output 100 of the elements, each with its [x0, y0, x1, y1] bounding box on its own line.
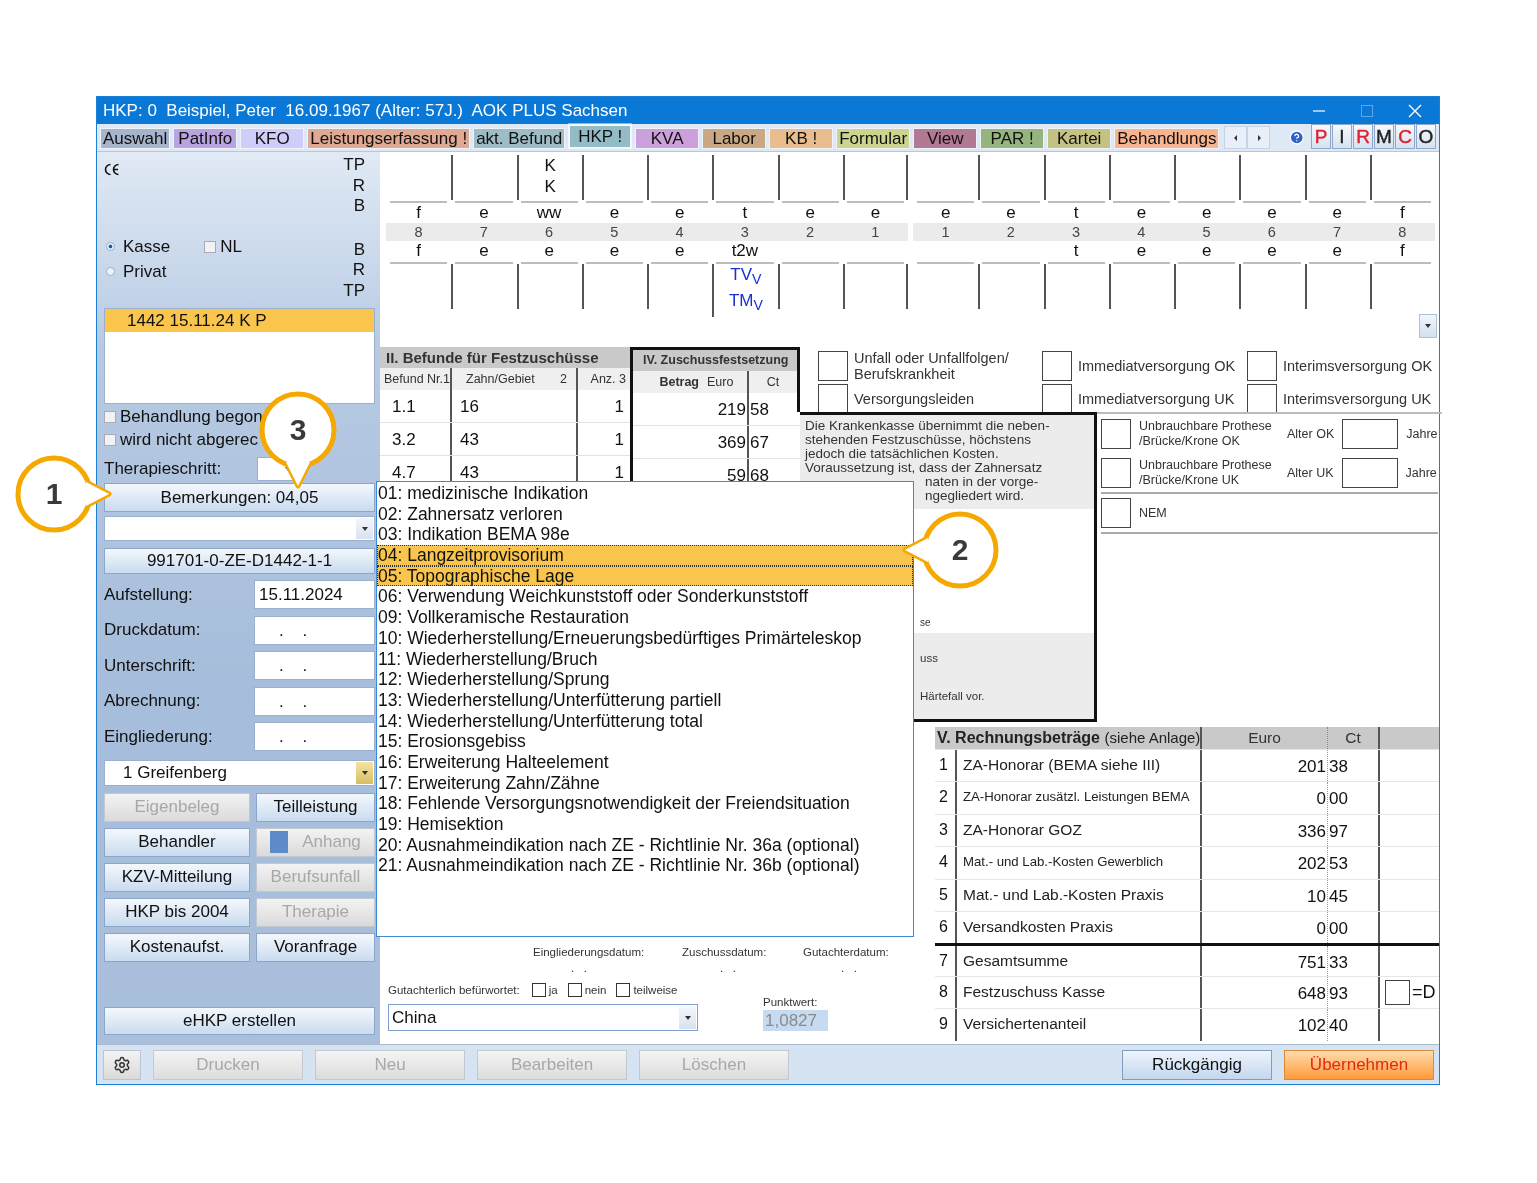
checkbox[interactable]: [1042, 384, 1072, 414]
dropdown-item[interactable]: 10: Wiederherstellung/Erneuerungsbedürftiges Primärteleskop: [377, 627, 913, 649]
scroll-right-button[interactable]: [1247, 126, 1271, 149]
age-field[interactable]: [1342, 419, 1399, 449]
scroll-down-button[interactable]: [1419, 314, 1437, 338]
tab[interactable]: Behandlungs: [1114, 128, 1220, 149]
row-number: 7: [935, 946, 957, 976]
action-button[interactable]: Rückgängig: [1122, 1049, 1272, 1080]
tab[interactable]: akt. Befund: [473, 128, 566, 149]
table-cell: Gesamtsumme: [957, 946, 1202, 976]
date-field[interactable]: 15.11.2024: [254, 580, 375, 610]
panel-button[interactable]: Kostenaufst.: [104, 932, 250, 962]
dropdown-item[interactable]: 05: Topographische Lage: [377, 565, 913, 587]
dropdown-item[interactable]: 12: Wiederherstellung/Sprung: [377, 669, 913, 690]
tab[interactable]: KFO: [240, 128, 305, 149]
quick-button[interactable]: P: [1311, 124, 1331, 149]
ehkp-button[interactable]: eHKP erstellen: [104, 1006, 375, 1035]
checkbox[interactable]: [104, 433, 116, 446]
location-dropdown[interactable]: 1 Greifenberg: [104, 759, 375, 786]
panel-button[interactable]: KZV-Mitteilung: [104, 862, 250, 892]
checkbox[interactable]: [1247, 351, 1277, 381]
radio-button[interactable]: [106, 242, 115, 251]
row-number: 1: [935, 750, 957, 782]
age-field[interactable]: [1341, 458, 1398, 488]
dropdown-item[interactable]: 06: Verwendung Weichkunststoff oder Sonderkunststoff: [377, 586, 913, 608]
close-icon[interactable]: [1407, 102, 1423, 119]
date-field[interactable]: . .: [254, 615, 375, 645]
table-cell: 43: [452, 423, 578, 455]
tab[interactable]: PatInfo: [173, 128, 238, 149]
plan-number-button[interactable]: 991701-0-ZE-D1442-1-1: [104, 548, 375, 574]
dropdown-item[interactable]: 19: Hemisektion: [377, 814, 913, 835]
tooth-status: ww: [535, 203, 563, 223]
row-label: R: [352, 175, 365, 196]
dropdown-item[interactable]: 15: Erosionsgebiss: [377, 731, 913, 752]
checkbox[interactable]: [567, 983, 582, 997]
dropdown-item[interactable]: 18: Fehlende Versorgungsnotwendigkeit der Freiendsituation: [377, 793, 913, 814]
checkbox[interactable]: [1247, 384, 1277, 414]
dropdown-item[interactable]: 17: Erweiterung Zahn/Zähne: [377, 772, 913, 794]
checkbox[interactable]: [1101, 498, 1131, 528]
checkbox[interactable]: [818, 384, 848, 414]
tab[interactable]: KB !: [769, 128, 834, 149]
tab[interactable]: HKP !: [568, 124, 633, 149]
panel-button[interactable]: Teilleistung: [256, 792, 375, 822]
panel-button[interactable]: HKP bis 2004: [104, 897, 250, 927]
checkbox[interactable]: [204, 240, 217, 253]
dropdown-item[interactable]: 13: Wiederherstellung/Unterfütterung partiell: [377, 689, 913, 711]
dropdown-item[interactable]: 21: Ausnahmeindikation nach ZE - Richtlinie Nr. 36b (optional): [377, 855, 913, 877]
quick-button[interactable]: I: [1332, 124, 1352, 149]
table-cell: ZA-Honorar GOZ: [957, 814, 1202, 847]
date-field[interactable]: . .: [254, 686, 375, 716]
quick-button[interactable]: M: [1374, 124, 1394, 149]
table-cell: 202: [1202, 847, 1328, 879]
tab[interactable]: KVA: [635, 128, 700, 149]
scroll-left-button[interactable]: [1224, 126, 1248, 149]
dropdown-item[interactable]: 09: Vollkeramische Restauration: [377, 607, 913, 628]
dropdown-item[interactable]: 03: Indikation BEMA 98e: [377, 524, 913, 546]
radio-button[interactable]: [106, 267, 115, 276]
tab[interactable]: Kartei: [1047, 128, 1112, 149]
tab[interactable]: View: [913, 128, 978, 149]
checkbox[interactable]: [1101, 458, 1131, 488]
checkbox[interactable]: [1101, 419, 1131, 449]
date-field[interactable]: . .: [254, 651, 375, 681]
dropdown-item[interactable]: 11: Wiederherstellung/Bruch: [377, 648, 913, 670]
tab[interactable]: Labor: [702, 128, 767, 149]
dropdown-item[interactable]: 04: Langzeitprovisorium: [377, 545, 913, 566]
tab[interactable]: Leistungserfassung !: [307, 128, 471, 149]
checkbox-label: Unbrauchbare Prothese /Brücke/Krone OK: [1139, 419, 1273, 449]
tooth-status: t2w: [730, 241, 760, 261]
help-icon[interactable]: [1289, 128, 1305, 147]
panel-button[interactable]: Voranfrage: [256, 932, 375, 962]
quick-button[interactable]: R: [1353, 124, 1373, 149]
checkbox[interactable]: [1385, 979, 1410, 1005]
dropdown-field[interactable]: [104, 516, 375, 541]
settings-button[interactable]: [103, 1049, 141, 1080]
list-item[interactable]: 1442 15.11.24 K P: [105, 309, 374, 332]
quick-button[interactable]: C: [1395, 124, 1415, 149]
checkbox[interactable]: [1042, 351, 1072, 381]
tab[interactable]: Auswahl: [100, 128, 171, 149]
tab[interactable]: PAR !: [980, 128, 1045, 149]
date-field[interactable]: . .: [254, 722, 375, 752]
checkbox[interactable]: [818, 351, 848, 381]
tab[interactable]: Formular: [836, 128, 911, 149]
dropdown-item[interactable]: 14: Wiederherstellung/Unterfütterung total: [377, 710, 913, 732]
checkbox[interactable]: [104, 410, 116, 423]
table-cell-text: 58: [749, 399, 770, 421]
panel-button[interactable]: Behandler: [104, 827, 250, 857]
checkbox[interactable]: [616, 983, 631, 997]
remarks-button[interactable]: Bemerkungen: 04,05: [104, 483, 375, 512]
dropdown-item[interactable]: 20: Ausnahmeindikation nach ZE - Richtlinie Nr. 36a (optional): [377, 834, 913, 856]
tooth-number: 4: [647, 223, 713, 241]
country-dropdown[interactable]: China: [388, 1004, 698, 1031]
chart-mark: K: [544, 155, 556, 176]
column-header: 2: [558, 368, 578, 390]
dropdown-item[interactable]: 02: Zahnersatz verloren: [377, 503, 913, 525]
dropdown-item[interactable]: 16: Erweiterung Halteelement: [377, 751, 913, 773]
quick-button[interactable]: O: [1416, 124, 1436, 149]
table-cell: 336: [1202, 814, 1328, 847]
unit-label: Jahre: [1406, 427, 1438, 441]
tooth-status: f: [1399, 241, 1406, 261]
checkbox[interactable]: [531, 983, 546, 997]
